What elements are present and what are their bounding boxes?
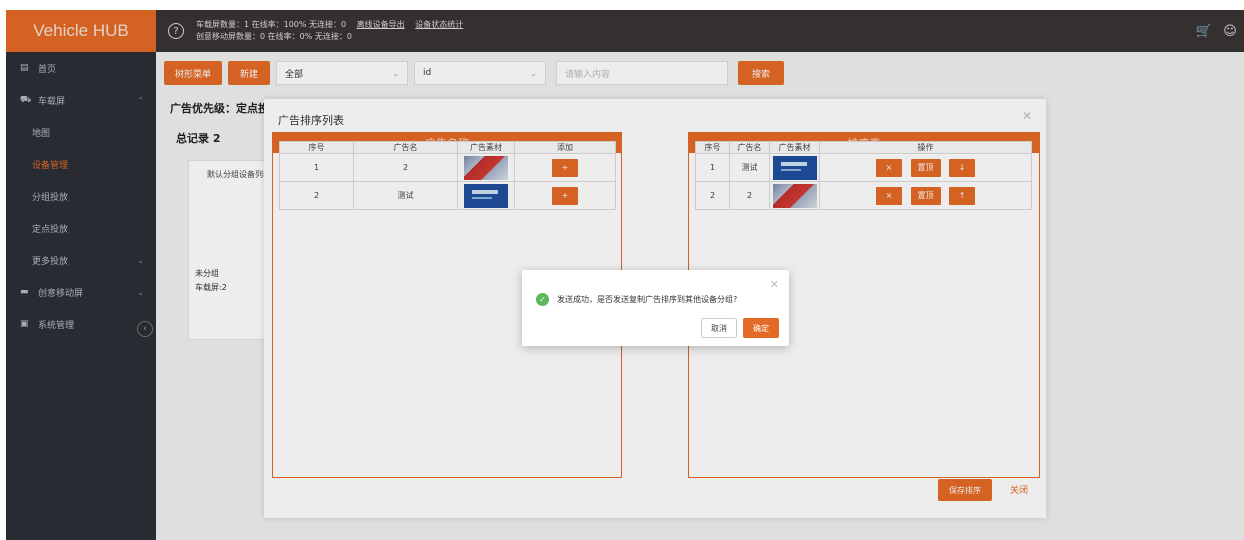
confirm-buttons: 取消 确定: [701, 318, 779, 338]
cancel-button[interactable]: 取消: [701, 318, 737, 338]
confirm-message: 发送成功，是否发送复制广告排序到其他设备分组?: [557, 295, 738, 304]
close-icon[interactable]: ✕: [770, 278, 779, 291]
confirm-button[interactable]: 确定: [743, 318, 779, 338]
success-check-icon: ✓: [536, 293, 549, 306]
confirm-dialog: ✕ ✓ 发送成功，是否发送复制广告排序到其他设备分组? 取消 确定: [522, 270, 789, 346]
confirm-message-row: ✓ 发送成功，是否发送复制广告排序到其他设备分组?: [536, 293, 737, 306]
